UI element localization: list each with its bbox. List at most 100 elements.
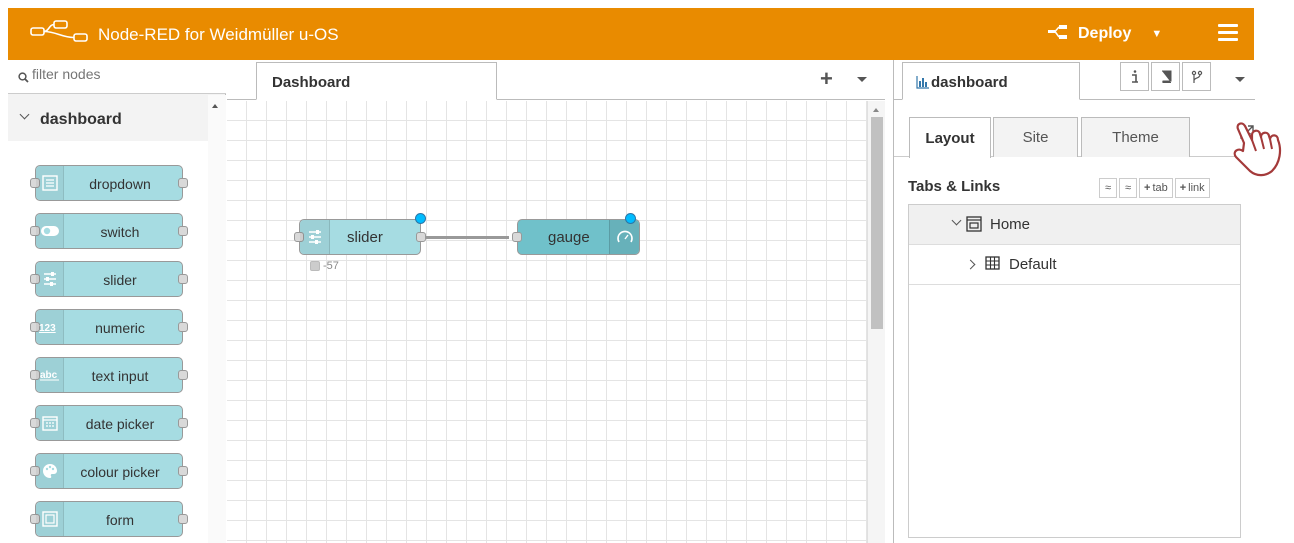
pointer-hand-icon	[1230, 115, 1294, 198]
node-status: -57	[310, 260, 339, 272]
chevron-down-icon[interactable]	[951, 215, 962, 226]
input-port[interactable]	[512, 232, 522, 242]
status-dot-icon	[310, 261, 320, 271]
flow-canvas[interactable]: slider -57 gauge	[227, 101, 867, 543]
flow-list-caret-icon[interactable]	[857, 77, 867, 82]
group-table-icon	[985, 256, 1000, 274]
scroll-up-arrow-icon[interactable]	[873, 108, 879, 112]
wire-slider-to-gauge[interactable]	[417, 236, 509, 239]
layout-action-buttons: ≈ ≈ + tab + link	[1099, 178, 1210, 198]
canvas-vertical-scrollbar[interactable]	[867, 101, 885, 543]
scroll-thumb[interactable]	[871, 117, 883, 329]
tab-theme-label: Theme	[1112, 129, 1159, 146]
sidebar-tab-bar: dashboard	[894, 60, 1255, 100]
chevron-down-icon	[19, 109, 30, 120]
deploy-button[interactable]: Deploy ▼	[1048, 21, 1162, 47]
palette-icon	[36, 454, 64, 488]
tab-layout-label: Layout	[925, 129, 975, 147]
search-icon	[18, 70, 29, 88]
dashboard-sub-tabs: Layout Site Theme	[894, 101, 1255, 158]
svg-text:123: 123	[39, 323, 56, 333]
palette-node-label: colour picker	[80, 464, 160, 480]
palette-node-label: text input	[91, 368, 149, 384]
palette-scrollbar[interactable]	[208, 95, 226, 543]
tab-dashboard-flow[interactable]: Dashboard	[256, 62, 497, 100]
slider-icon	[36, 262, 64, 296]
book-icon[interactable]	[1151, 62, 1180, 91]
palette-node-label: numeric	[95, 320, 145, 336]
tab-frame-icon	[966, 216, 982, 236]
deploy-label: Deploy	[1078, 25, 1132, 42]
flow-node-label: slider	[347, 229, 383, 246]
collapse-all-icon[interactable]: ≈	[1099, 178, 1117, 198]
numeric-123-icon: 123	[36, 310, 64, 344]
deploy-caret-icon[interactable]: ▼	[1151, 28, 1162, 40]
palette-node-text-input[interactable]: abc text input	[30, 357, 188, 393]
gauge-icon	[609, 220, 639, 254]
scroll-up-arrow-icon[interactable]	[212, 104, 218, 108]
tab-site[interactable]: Site	[993, 117, 1078, 157]
info-icon[interactable]	[1120, 62, 1149, 91]
output-port	[178, 466, 188, 476]
palette-node-colour-picker[interactable]: colour picker	[30, 453, 188, 489]
chevron-right-icon[interactable]	[965, 259, 976, 270]
sidebar-tab-label: dashboard	[931, 74, 1008, 91]
palette-category-label: dashboard	[40, 111, 122, 128]
slider-icon	[300, 220, 330, 254]
palette-node-form[interactable]: form	[30, 501, 188, 537]
bar-chart-icon	[916, 76, 929, 94]
palette-node-slider[interactable]: slider	[30, 261, 188, 297]
palette-node-date-picker[interactable]: date picker	[30, 405, 188, 441]
output-port	[178, 370, 188, 380]
app-title: Node-RED for Weidmüller u-OS	[98, 25, 339, 44]
tree-item-default[interactable]: Default	[909, 245, 1240, 285]
changed-indicator	[415, 213, 426, 224]
node-palette: dashboard dropdown switch	[8, 60, 226, 543]
output-port	[178, 178, 188, 188]
node-red-editor: Node-RED for Weidmüller u-OS Deploy ▼ fi…	[0, 0, 1294, 543]
palette-node-label: slider	[103, 272, 137, 288]
deploy-icon	[1048, 24, 1068, 44]
palette-node-label: form	[106, 512, 134, 528]
palette-node-switch[interactable]: switch	[30, 213, 188, 249]
palette-node-dropdown[interactable]: dropdown	[30, 165, 188, 201]
svg-text:abc: abc	[40, 370, 58, 381]
tree-item-label: Home	[990, 216, 1031, 233]
add-link-label: link	[1188, 182, 1205, 194]
add-tab-button[interactable]: + tab	[1139, 178, 1173, 198]
tab-dashboard-sidebar[interactable]: dashboard	[902, 62, 1080, 100]
changed-indicator	[625, 213, 636, 224]
flow-node-slider[interactable]: slider	[294, 213, 426, 255]
palette-category-header[interactable]: dashboard	[8, 95, 208, 141]
hamburger-menu-icon[interactable]	[1218, 24, 1238, 45]
add-flow-icon[interactable]: +	[820, 66, 833, 92]
output-port	[178, 322, 188, 332]
tree-item-home[interactable]: Home	[909, 205, 1240, 245]
text-abc-icon: abc	[36, 358, 64, 392]
tab-site-label: Site	[1022, 129, 1049, 146]
workspace: Dashboard + slider -57 gauge	[227, 60, 885, 543]
add-link-button[interactable]: + link	[1174, 178, 1210, 198]
filter-nodes-input[interactable]	[32, 66, 202, 82]
output-port[interactable]	[416, 232, 426, 242]
tab-theme[interactable]: Theme	[1081, 117, 1190, 157]
layout-tree: Home Default	[908, 204, 1241, 538]
sidebar: dashboard Layout Site Theme Tabs & Links…	[893, 60, 1255, 543]
expand-all-icon[interactable]: ≈	[1119, 178, 1137, 198]
flow-node-label: gauge	[548, 229, 590, 246]
output-port	[178, 274, 188, 284]
palette-node-label: date picker	[85, 416, 155, 432]
palette-node-label: switch	[100, 224, 140, 240]
form-icon	[36, 502, 64, 536]
header-bar: Node-RED for Weidmüller u-OS Deploy ▼	[8, 8, 1254, 60]
calendar-icon	[36, 406, 64, 440]
output-port	[178, 514, 188, 524]
git-branch-icon[interactable]	[1182, 62, 1211, 91]
flow-node-gauge[interactable]: gauge	[512, 213, 640, 255]
sidebar-menu-caret-icon[interactable]	[1235, 77, 1245, 82]
tab-layout[interactable]: Layout	[909, 117, 991, 158]
flow-tab-label: Dashboard	[272, 74, 351, 91]
tree-item-label: Default	[1009, 256, 1057, 273]
output-port	[178, 418, 188, 428]
palette-node-numeric[interactable]: 123 numeric	[30, 309, 188, 345]
